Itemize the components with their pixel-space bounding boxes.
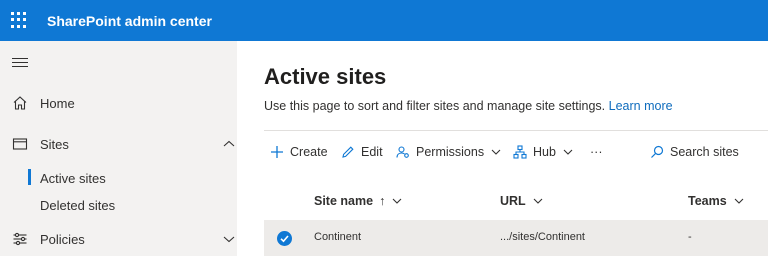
chevron-up-icon[interactable]	[222, 137, 236, 151]
column-header-label: URL	[500, 194, 526, 208]
cell-url[interactable]: .../sites/Continent	[500, 231, 585, 243]
chevron-down-icon	[533, 198, 543, 204]
chevron-down-icon	[392, 198, 402, 204]
chevron-down-icon[interactable]	[222, 232, 236, 246]
sidebar-item-active-sites[interactable]: Active sites	[40, 171, 106, 186]
column-header-url[interactable]: URL	[500, 194, 544, 208]
column-header-teams[interactable]: Teams	[688, 194, 745, 208]
main-content: Active sites Use this page to sort and f…	[237, 41, 768, 256]
sidebar-item-policies[interactable]: Policies	[0, 224, 237, 254]
hub-icon	[513, 145, 527, 159]
cell-teams: -	[688, 231, 692, 243]
column-header-label: Teams	[688, 194, 727, 208]
search-box[interactable]: Search sites	[650, 142, 739, 162]
hub-button[interactable]: Hub	[513, 142, 574, 162]
top-bar: SharePoint admin center	[0, 0, 768, 41]
page-description: Use this page to sort and filter sites a…	[264, 99, 673, 113]
sidebar-item-label: Policies	[40, 232, 85, 247]
chevron-down-icon	[563, 149, 573, 155]
description-text: Use this page to sort and filter sites a…	[264, 99, 606, 113]
create-label: Create	[290, 145, 328, 159]
learn-more-link[interactable]: Learn more	[609, 99, 673, 113]
chevron-down-icon	[491, 149, 501, 155]
sidebar-item-sites[interactable]: Sites	[0, 129, 237, 159]
edit-label: Edit	[361, 145, 383, 159]
divider	[264, 130, 768, 131]
row-checkbox[interactable]	[277, 231, 292, 246]
home-icon	[13, 96, 27, 110]
create-button[interactable]: Create	[270, 142, 328, 162]
edit-button[interactable]: Edit	[341, 142, 383, 162]
app-launcher-icon[interactable]	[11, 12, 27, 28]
page-title: Active sites	[264, 64, 387, 89]
sidebar-item-label: Home	[40, 96, 75, 111]
permissions-label: Permissions	[416, 145, 485, 159]
pencil-icon	[342, 146, 354, 158]
chevron-down-icon	[734, 198, 744, 204]
sort-ascending-icon: ↑	[379, 194, 386, 208]
column-header-site-name[interactable]: Site name ↑	[314, 194, 403, 208]
more-icon: ···	[590, 145, 603, 159]
column-header-label: Site name	[314, 194, 374, 208]
app-title[interactable]: SharePoint admin center	[47, 13, 212, 29]
hamburger-menu-icon[interactable]	[12, 58, 28, 68]
active-indicator	[28, 169, 31, 185]
checkmark-icon	[280, 235, 289, 243]
table-row[interactable]: Continent .../sites/Continent -	[264, 220, 768, 256]
more-actions-button[interactable]: ···	[590, 142, 603, 162]
permissions-button[interactable]: Permissions	[396, 142, 502, 162]
hub-label: Hub	[533, 145, 556, 159]
sidebar-item-deleted-sites[interactable]: Deleted sites	[40, 198, 115, 213]
permissions-icon	[396, 146, 409, 158]
sidebar-item-home[interactable]: Home	[0, 88, 237, 118]
sites-icon	[12, 138, 28, 150]
search-icon	[651, 145, 664, 158]
plus-icon	[271, 146, 283, 158]
sidebar-nav: Home Sites Active sites Deleted sites Po…	[0, 41, 237, 256]
sidebar-item-label: Sites	[40, 137, 69, 152]
policies-icon	[13, 232, 27, 246]
search-placeholder: Search sites	[670, 145, 739, 159]
cell-site-name[interactable]: Continent	[314, 231, 361, 243]
